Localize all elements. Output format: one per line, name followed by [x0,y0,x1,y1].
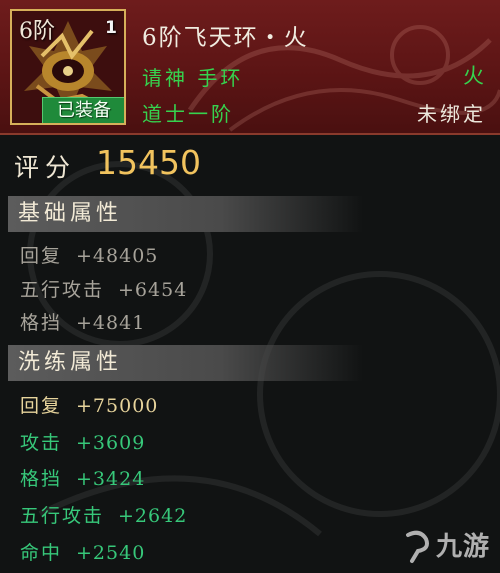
refine-attribute-row: 回复 +75000 [20,391,158,418]
item-name: 6阶飞天环・火 [142,25,309,51]
attribute-name: 格挡 [20,312,63,334]
equipped-badge: 已装备 [42,97,124,123]
attribute-value: +2642 [118,505,188,527]
base-attributes-heading: 基础属性 [8,196,363,232]
site-watermark: 九游 [435,532,490,562]
attribute-value: +4841 [76,312,146,334]
attribute-value: +2540 [76,542,146,564]
item-tooltip-panel: 6阶 1 已装备 6阶飞天环・火 请神 手环 火 道士一阶 未绑定 评分 154… [0,0,500,573]
score-value: 15450 [96,143,201,182]
attribute-name: 五行攻击 [20,505,105,527]
item-element: 火 [463,64,484,88]
item-icon[interactable]: 6阶 1 已装备 [10,9,126,125]
item-count: 1 [105,18,117,38]
attribute-value: +48405 [76,245,159,267]
refine-attribute-row: 命中 +2540 [20,538,145,565]
attribute-value: +6454 [118,279,188,301]
attribute-name: 格挡 [20,468,63,490]
class-requirement: 道士一阶 [142,102,234,126]
item-type: 请神 手环 [142,66,244,90]
attribute-name: 攻击 [20,432,63,454]
score-label: 评分 [14,153,77,182]
refine-attribute-row: 五行攻击 +2642 [20,501,187,528]
attribute-name: 命中 [20,542,63,564]
item-header: 6阶 1 已装备 6阶飞天环・火 请神 手环 火 道士一阶 未绑定 [0,0,500,135]
base-attribute-row: 回复 +48405 [20,241,158,268]
bind-status: 未绑定 [417,102,486,126]
attribute-value: +3609 [76,432,146,454]
attribute-name: 五行攻击 [20,279,105,301]
refine-attributes-heading: 洗练属性 [8,345,363,381]
attribute-value: +3424 [76,468,146,490]
attribute-name: 回复 [20,395,63,417]
attribute-name: 回复 [20,245,63,267]
base-attribute-row: 五行攻击 +6454 [20,275,187,302]
refine-attribute-row: 格挡 +3424 [20,464,145,491]
attribute-value: +75000 [76,395,159,417]
refine-attribute-row: 攻击 +3609 [20,428,145,455]
item-tier-label: 6阶 [19,19,55,44]
base-attribute-row: 格挡 +4841 [20,308,145,335]
